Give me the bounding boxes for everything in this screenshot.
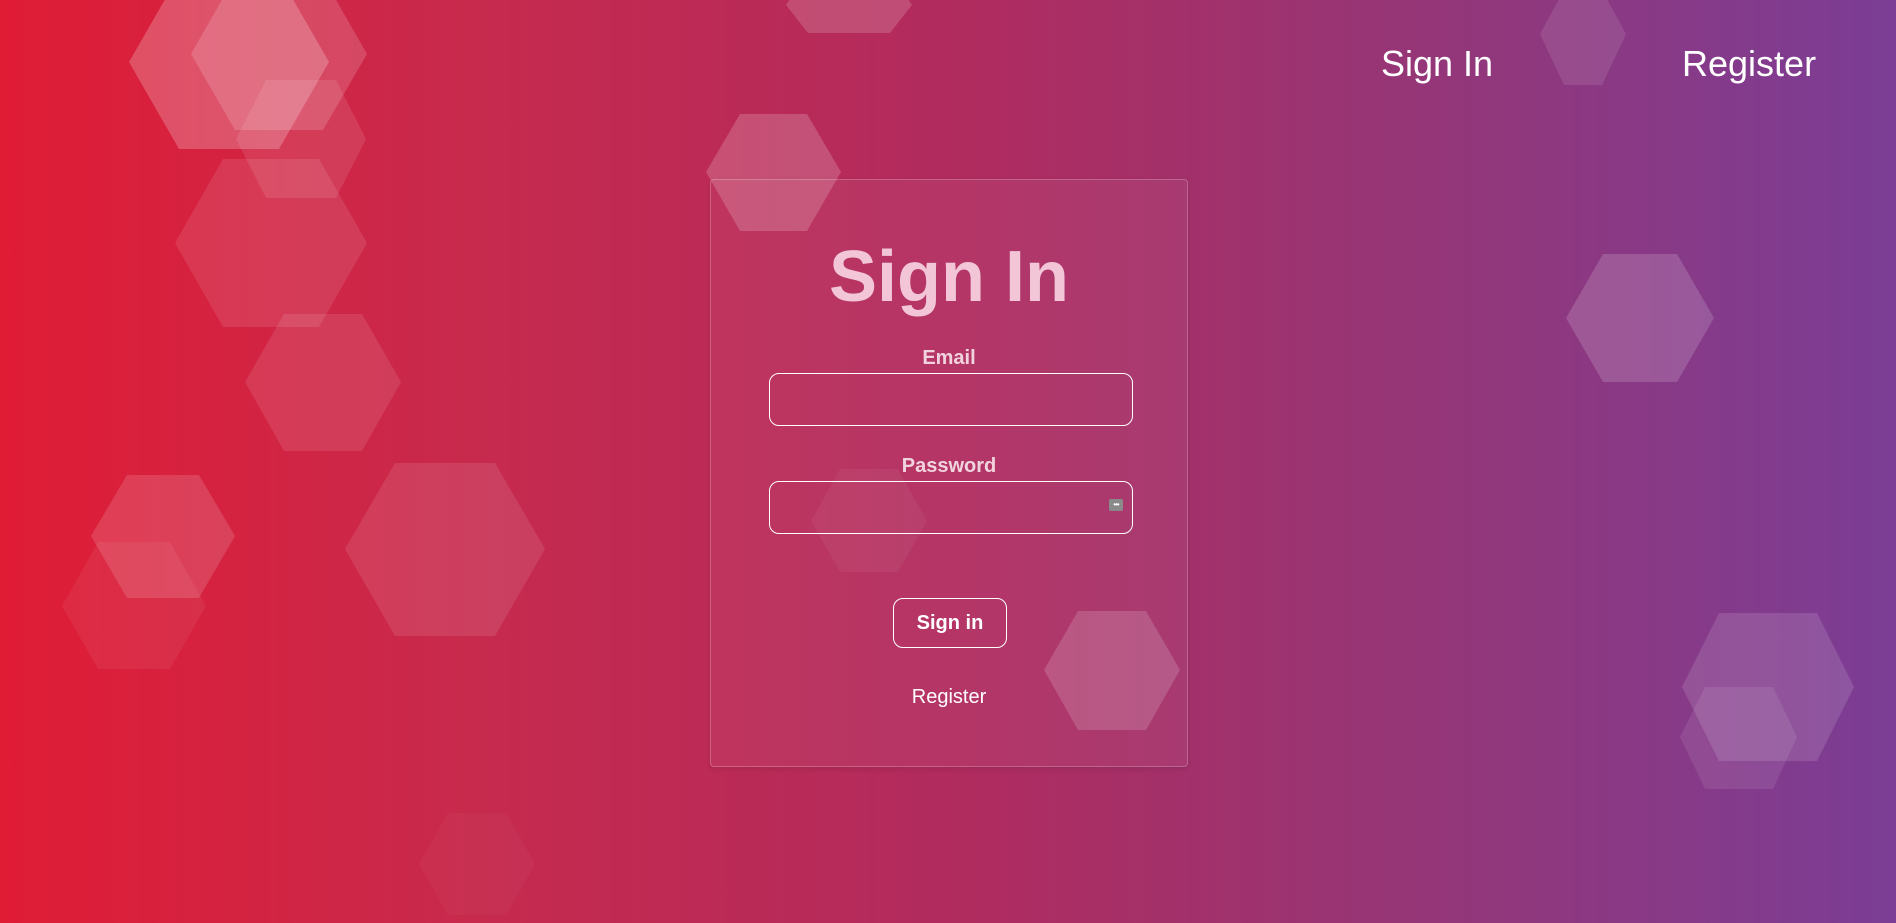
hexagon-decoration <box>1682 613 1854 761</box>
top-navigation: Sign In Register <box>0 0 1896 130</box>
password-manager-icon[interactable]: ••• <box>1109 499 1123 511</box>
register-link[interactable]: Register <box>711 685 1187 709</box>
page-title: Sign In <box>829 237 1069 317</box>
nav-signin-link[interactable]: Sign In <box>1381 40 1493 88</box>
signin-button[interactable]: Sign in <box>893 598 1007 648</box>
hexagon-decoration <box>1680 687 1797 789</box>
hexagon-decoration <box>62 542 206 669</box>
hexagon-decoration <box>91 475 235 598</box>
hexagon-decoration <box>345 463 545 636</box>
hexagon-decoration <box>1566 254 1714 382</box>
hexagon-decoration <box>175 159 367 327</box>
nav-register-link[interactable]: Register <box>1682 40 1816 88</box>
password-label: Password <box>901 455 997 477</box>
hexagon-decoration <box>419 813 535 915</box>
email-label: Email <box>922 347 976 369</box>
hexagon-decoration <box>245 314 401 451</box>
signin-card: Sign In Email Password ••• Sign in Regis… <box>710 179 1188 767</box>
password-field[interactable] <box>769 481 1133 534</box>
email-field[interactable] <box>769 373 1133 426</box>
